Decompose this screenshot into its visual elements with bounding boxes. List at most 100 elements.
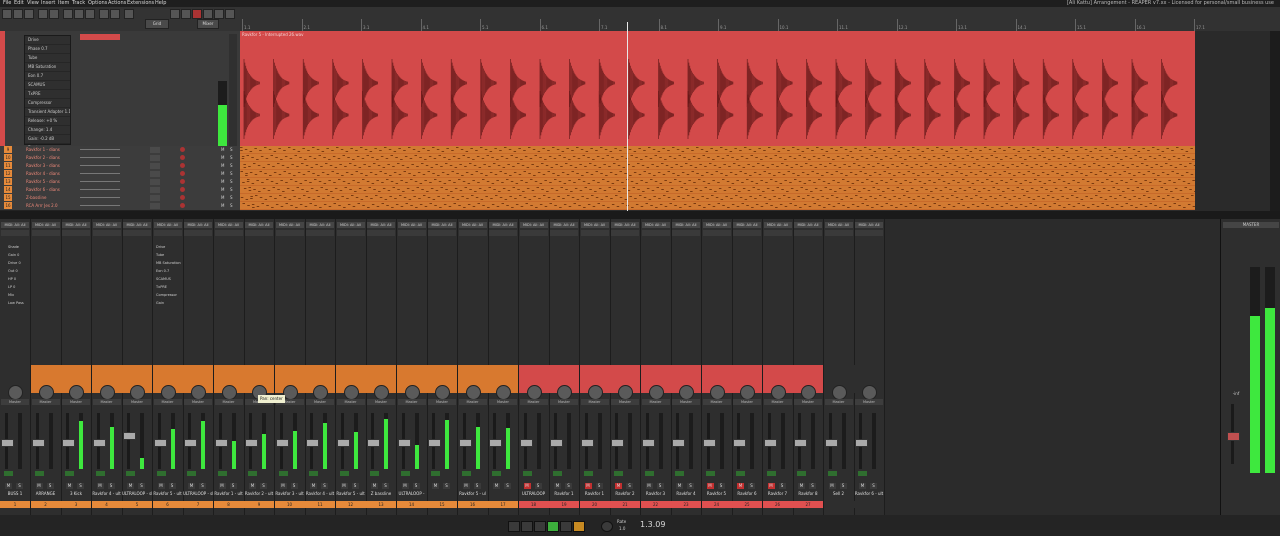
fx-panel-item[interactable]: Eon 0.7 (156, 269, 169, 273)
route-label[interactable]: Master (580, 399, 609, 405)
record-arm-icon[interactable] (400, 471, 410, 476)
pan-knob[interactable] (313, 385, 328, 400)
pan-knob[interactable] (343, 385, 359, 400)
solo-button[interactable]: S (230, 202, 233, 210)
track-name[interactable]: Ravkfor 6 - dians (26, 186, 60, 194)
mute-button[interactable]: M (340, 483, 348, 489)
io-label[interactable]: MIDI: All: All (489, 222, 517, 228)
mute-button[interactable]: M (737, 483, 744, 489)
volume-slider[interactable] (80, 165, 120, 166)
record-arm-icon[interactable] (492, 471, 501, 476)
fx-item[interactable]: Phase 0.7 (25, 45, 70, 54)
route-label[interactable]: Master (794, 399, 822, 405)
track-name[interactable]: Ravkfor 1 - dians (26, 146, 60, 154)
fx-slot-button[interactable] (336, 230, 365, 236)
io-label[interactable]: MIDI: All: All (855, 222, 883, 228)
mute-button[interactable]: M (676, 483, 683, 489)
fader-cap[interactable] (245, 439, 258, 447)
fx-item[interactable]: Gain: -0.2 dB (25, 135, 70, 144)
volume-fader[interactable] (214, 413, 228, 469)
mute-button[interactable]: M (96, 483, 104, 489)
fx-slot-button[interactable] (153, 230, 182, 236)
record-arm-icon[interactable] (797, 471, 806, 476)
drum-fx-chain[interactable]: Drive Phase 0.7 Tube MB Saturation Eon 0.7 SC… (24, 35, 71, 153)
fx-slot-button[interactable] (1, 230, 29, 236)
pan-knob[interactable] (99, 385, 115, 400)
menu-actions[interactable]: Actions (108, 0, 126, 7)
fx-slot-button[interactable] (428, 230, 456, 236)
fader-cap[interactable] (184, 439, 197, 447)
solo-button[interactable]: S (870, 483, 877, 489)
record-arm-icon[interactable] (187, 471, 196, 476)
fx-slot-button[interactable] (123, 230, 151, 236)
solo-button[interactable]: S (443, 483, 450, 489)
fx-slot-button[interactable] (824, 230, 853, 236)
solo-button[interactable]: S (230, 194, 233, 202)
lock-icon[interactable] (110, 9, 120, 19)
volume-fader[interactable] (550, 413, 563, 469)
volume-fader[interactable] (123, 413, 136, 469)
strip-name[interactable]: Ravkfor 5 - ult (336, 491, 366, 497)
loop-icon[interactable] (573, 521, 585, 532)
arrange-lanes[interactable] (240, 146, 1195, 210)
io-label[interactable]: MIDI: All: All (428, 222, 456, 228)
snap-icon[interactable] (74, 9, 84, 19)
fx-slot-button[interactable] (31, 230, 60, 236)
fx-slot-button[interactable] (763, 230, 792, 236)
mute-button[interactable]: M (645, 483, 653, 489)
mute-button[interactable]: M (218, 483, 226, 489)
solo-button[interactable]: S (778, 483, 786, 489)
pan-knob[interactable] (679, 385, 694, 400)
strip-name[interactable]: Ravkfor 1 (580, 491, 610, 497)
fx-item[interactable]: Change: 1.4 (25, 126, 70, 135)
mute-button[interactable]: M (221, 178, 224, 186)
mute-button[interactable]: M (157, 483, 165, 489)
fx-slot-button[interactable] (672, 230, 700, 236)
mute-button[interactable]: M (221, 154, 224, 162)
fx-panel-item[interactable]: Compressor (156, 293, 177, 297)
new-project-icon[interactable] (2, 9, 12, 19)
ripple-icon[interactable] (85, 9, 95, 19)
mute-button[interactable]: M (221, 202, 224, 210)
route-label[interactable]: Master (611, 399, 639, 405)
volume-slider[interactable] (80, 189, 120, 190)
solo-button[interactable]: S (534, 483, 542, 489)
fx-button[interactable] (150, 179, 160, 185)
strip-name[interactable]: ULTRALOOP - sl (122, 491, 152, 497)
route-label[interactable]: Master (1, 399, 29, 405)
mute-button[interactable]: M (279, 483, 287, 489)
record-arm-icon[interactable] (553, 471, 562, 476)
record-arm-icon[interactable] (180, 171, 185, 176)
mute-button[interactable]: M (310, 483, 317, 489)
mute-button[interactable]: M (493, 483, 500, 489)
route-label[interactable]: Master (672, 399, 700, 405)
io-label[interactable]: MIDI: All: All (580, 222, 609, 228)
fx-slot-button[interactable] (214, 230, 243, 236)
redo-icon[interactable] (49, 9, 59, 19)
pan-knob[interactable] (38, 385, 54, 400)
record-arm-icon[interactable] (675, 471, 684, 476)
solo-button[interactable]: S (230, 186, 233, 194)
route-label[interactable]: Master (153, 399, 182, 405)
record-arm-icon[interactable] (180, 147, 185, 152)
solo-button[interactable]: S (199, 483, 206, 489)
fx-button[interactable] (150, 195, 160, 201)
io-label[interactable]: MIDI: All: All (824, 222, 853, 228)
route-label[interactable]: Master (214, 399, 243, 405)
fx-slot-button[interactable] (306, 230, 334, 236)
record-arm-icon[interactable] (4, 471, 13, 476)
io-label[interactable]: MIDI: All: All (123, 222, 151, 228)
fx-panel-item[interactable]: TxPRE (156, 285, 167, 289)
fx-button[interactable] (150, 163, 160, 169)
io-label[interactable]: MIDI: All: All (92, 222, 121, 228)
record-arm-icon[interactable] (736, 471, 745, 476)
track-name[interactable]: Ravkfor 4 - dians (26, 170, 60, 178)
record-arm-icon[interactable] (180, 187, 185, 192)
mute-button[interactable]: M (523, 483, 531, 489)
fader-cap[interactable] (794, 439, 807, 447)
drum-media-item[interactable]: Ravkfor 5 - Interrupted 26.wav (240, 31, 1195, 146)
route-label[interactable]: Master (855, 399, 883, 405)
solo-button[interactable]: S (260, 483, 267, 489)
fx-slot-button[interactable] (245, 230, 273, 236)
solo-button[interactable]: S (229, 483, 237, 489)
